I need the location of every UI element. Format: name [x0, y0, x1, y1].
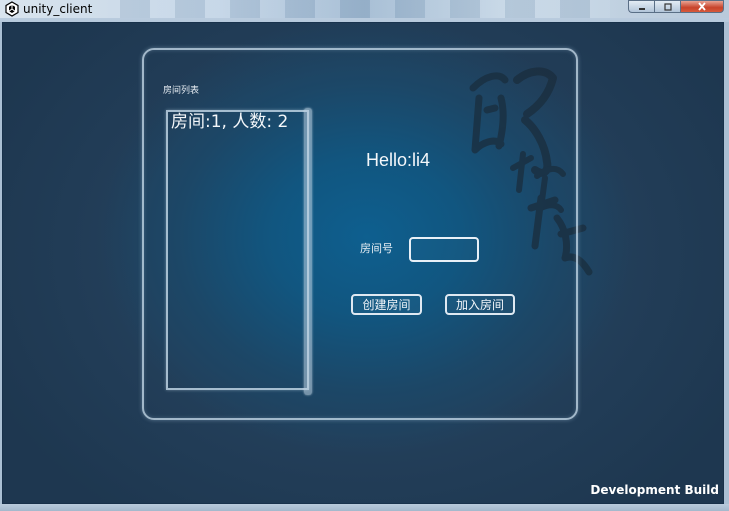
room-list[interactable] [166, 110, 309, 390]
greeting-text: Hello:li4 [366, 150, 431, 170]
room-list-scrollbar[interactable] [304, 108, 312, 395]
room-number-label: 房间号 [360, 242, 393, 255]
development-build-label: Development Build [590, 483, 719, 497]
title-bar[interactable]: unity_client [0, 0, 729, 18]
close-icon [698, 2, 706, 11]
room-number-input[interactable] [409, 237, 479, 262]
minimize-icon [638, 7, 645, 10]
window-title: unity_client [23, 2, 93, 16]
title-bar-background [120, 0, 610, 18]
unity-logo-icon [5, 1, 19, 17]
maximize-icon [663, 2, 672, 11]
window-bottom-frame [0, 504, 729, 511]
room-list-title: 房间列表 [163, 86, 200, 96]
window-controls [628, 0, 724, 13]
join-room-button[interactable]: 加入房间 [445, 294, 515, 315]
app-window: unity_client 房间列表 房间:1, 人数: 2 Hello:li4 [0, 0, 729, 511]
maximize-button[interactable] [654, 0, 680, 13]
create-room-button[interactable]: 创建房间 [351, 294, 422, 315]
minimize-button[interactable] [628, 0, 654, 13]
close-button[interactable] [680, 0, 724, 13]
room-list-item[interactable]: 房间:1, 人数: 2 [171, 111, 305, 133]
